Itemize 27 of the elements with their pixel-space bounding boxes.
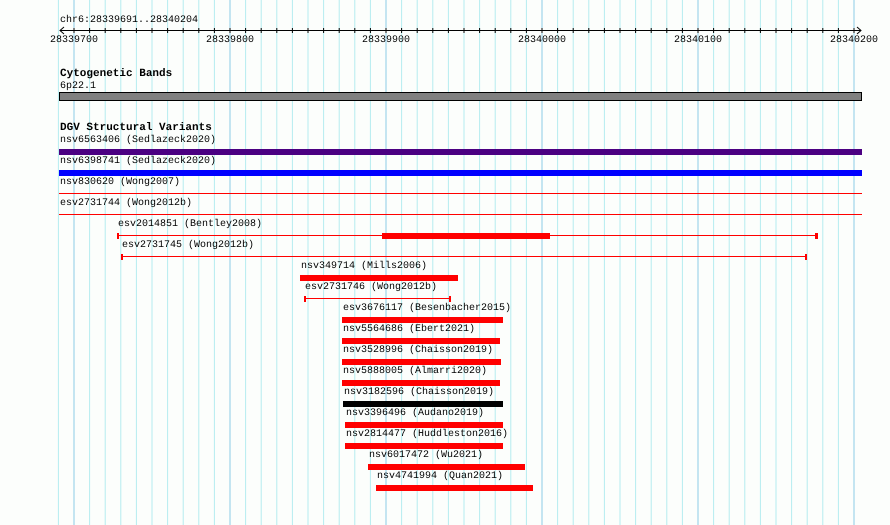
- tick-label: 28340200: [830, 35, 878, 47]
- tick-label: 28339900: [362, 35, 410, 47]
- feature-label: nsv6398741 (Sedlazeck2020): [60, 156, 216, 168]
- feature-label: 6p22.1: [60, 81, 96, 93]
- feature-label: nsv5888005 (Almarri2020): [343, 366, 488, 378]
- feature-label: nsv4741994 (Quan2021): [377, 471, 504, 483]
- feature-label: esv2731745 (Wong2012b): [122, 240, 254, 252]
- feature-label: esv3676117 (Besenbacher2015): [343, 303, 512, 315]
- region-label: chr6:28339691..28340204: [60, 15, 198, 27]
- tick-label: 28340100: [674, 35, 722, 47]
- track-title: DGV Structural Variants: [60, 122, 212, 134]
- feature-label: nsv3528996 (Chaisson2019): [343, 345, 494, 357]
- tick-label: 28340000: [518, 35, 566, 47]
- track-title: Cytogenetic Bands: [60, 68, 172, 80]
- feature-label: nsv6563406 (Sedlazeck2020): [60, 135, 216, 147]
- feature-label: nsv3182596 (Chaisson2019): [344, 387, 494, 399]
- tick-label: 28339700: [50, 35, 98, 47]
- feature-label: nsv2814477 (Huddleston2016): [346, 429, 508, 441]
- feature-label: nsv830620 (Wong2007): [60, 177, 180, 189]
- feature-label: nsv3396496 (Audano2019): [346, 408, 484, 420]
- tick-label: 28339800: [206, 35, 254, 47]
- feature-label: nsv5564686 (Ebert2021): [343, 324, 476, 336]
- feature-label: esv2014851 (Bentley2008): [118, 219, 262, 231]
- feature-label: nsv349714 (Mills2006): [301, 261, 428, 273]
- feature-label: esv2731744 (Wong2012b): [60, 198, 192, 210]
- feature-label: nsv6017472 (Wu2021): [369, 450, 484, 462]
- feature-label: esv2731746 (Wong2012b): [305, 282, 438, 294]
